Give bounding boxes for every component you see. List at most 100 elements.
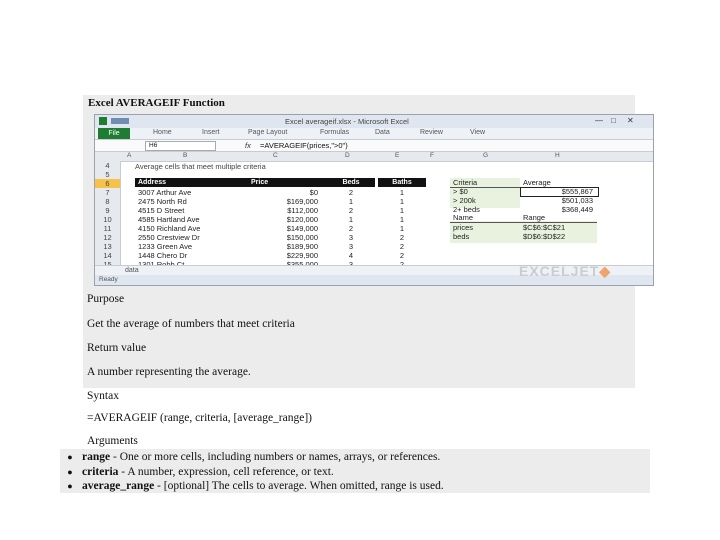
purpose-text: Get the average of numbers that meet cri… [87,318,295,330]
table-cell[interactable]: 4585 Hartland Ave [138,215,243,224]
table-cell[interactable]: 1 [327,215,375,224]
excel-screenshot: Excel averageif.xlsx - Microsoft Excel —… [94,114,654,286]
range-header[interactable]: Range [523,213,545,222]
arguments-label: Arguments [87,435,138,447]
table-cell[interactable]: $149,000 [248,224,318,233]
table-cell[interactable]: $0 [248,188,318,197]
table-cell[interactable]: 1 [378,197,426,206]
table-cell[interactable]: 2550 Crestview Dr [138,233,243,242]
bullet-icon: ● [67,481,73,491]
name-cell[interactable]: $C$6:$C$21 [523,223,565,232]
table-header-price[interactable]: Price [248,178,327,187]
table-cell[interactable]: 2 [378,251,426,260]
column-header[interactable]: A [127,152,131,159]
row-number[interactable]: 12 [95,233,120,242]
purpose-label: Purpose [87,293,125,305]
row-number[interactable]: 8 [95,197,120,206]
average-header[interactable]: Average [523,178,551,187]
table-cell[interactable]: 2 [327,188,375,197]
row-headers: 4 5 6 7 8 9 10 11 12 13 14 15 [95,161,121,276]
row-number[interactable]: 13 [95,242,120,251]
table-cell[interactable]: 1 [327,197,375,206]
table-cell[interactable]: 1448 Chero Dr [138,251,243,260]
table-cell[interactable]: 1233 Green Ave [138,242,243,251]
table-cell[interactable]: $112,000 [248,206,318,215]
close-icon[interactable]: ✕ [627,116,634,125]
tab-formulas[interactable]: Formulas [320,129,349,136]
table-cell[interactable]: $189,900 [248,242,318,251]
row-number[interactable]: 4 [95,161,120,170]
excel-logo-icon [99,117,107,125]
window-title: Excel averageif.xlsx - Microsoft Excel [285,117,409,126]
table-cell[interactable]: 3 [327,242,375,251]
row-number[interactable]: 5 [95,170,120,179]
row-number[interactable]: 10 [95,215,120,224]
selected-cell[interactable] [520,187,599,197]
tab-view[interactable]: View [470,129,485,136]
table-cell[interactable]: 4150 Richland Ave [138,224,243,233]
row-number[interactable]: 14 [95,251,120,260]
page-title: Excel AVERAGEIF Function [88,97,225,109]
table-cell[interactable]: 1 [378,188,426,197]
criteria-cell[interactable]: > $0 [453,187,468,196]
row-number[interactable]: 11 [95,224,120,233]
bullet-icon: ● [67,452,73,462]
table-header-beds[interactable]: Beds [327,178,375,187]
syntax-label: Syntax [87,390,119,402]
criteria-header[interactable]: Criteria [453,178,477,187]
name-cell[interactable]: prices [453,223,473,232]
tab-file[interactable]: File [98,128,130,139]
table-cell[interactable]: 1 [378,224,426,233]
list-item: ● average_range - [optional] The cells to… [58,479,443,494]
fx-icon[interactable]: fx [245,141,251,150]
minimize-icon[interactable]: — [595,116,603,125]
formula-input[interactable]: =AVERAGEIF(prices,">0") [260,140,348,151]
arguments-list: ● range - One or more cells, including nu… [58,450,444,494]
column-header[interactable]: C [273,152,278,159]
column-header[interactable]: F [430,152,434,159]
tab-data[interactable]: Data [375,129,390,136]
table-cell[interactable]: $169,000 [248,197,318,206]
table-header-baths[interactable]: Baths [378,178,426,187]
tab-page-layout[interactable]: Page Layout [248,129,287,136]
table-cell[interactable]: 2 [327,224,375,233]
row-number[interactable]: 7 [95,188,120,197]
table-cell[interactable]: 4515 D Street [138,206,243,215]
name-header[interactable]: Name [453,213,473,222]
row-number[interactable]: 9 [95,206,120,215]
table-cell[interactable]: $120,000 [248,215,318,224]
table-cell[interactable]: $229,900 [248,251,318,260]
column-headers: A B C D E F G H [95,152,653,162]
maximize-icon[interactable]: □ [611,116,616,125]
table-cell[interactable]: 3 [327,233,375,242]
table-cell[interactable]: 2 [327,206,375,215]
tab-insert[interactable]: Insert [202,129,220,136]
tab-review[interactable]: Review [420,129,443,136]
table-cell[interactable]: 1 [378,215,426,224]
name-box[interactable]: H6 [145,141,216,151]
table-cell[interactable]: 4 [327,251,375,260]
table-cell[interactable]: 2475 North Rd [138,197,243,206]
column-header[interactable]: E [395,152,399,159]
tab-home[interactable]: Home [153,129,172,136]
sheet-tab-data[interactable]: data [125,267,139,274]
name-cell[interactable]: $D$6:$D$22 [523,232,565,241]
syntax-text: =AVERAGEIF (range, criteria, [average_ra… [87,412,312,424]
table-cell[interactable]: 3007 Arthur Ave [138,188,243,197]
criteria-cell[interactable]: > 200k [453,196,476,205]
status-text: Ready [99,276,118,283]
name-cell[interactable]: beds [453,232,469,241]
column-header[interactable]: D [345,152,350,159]
table-cell[interactable]: 1 [378,206,426,215]
column-header[interactable]: H [555,152,560,159]
list-item: ● range - One or more cells, including nu… [58,450,444,465]
row-number-selected[interactable]: 6 [95,179,120,188]
criteria-cell[interactable]: $501,033 [523,196,593,205]
table-cell[interactable]: $150,000 [248,233,318,242]
column-header[interactable]: B [183,152,187,159]
table-cell[interactable]: 2 [378,242,426,251]
table-cell[interactable]: 2 [378,233,426,242]
table-header-address[interactable]: Address [135,178,248,187]
list-item: ● criteria - A number, expression, cell r… [58,465,444,480]
column-header[interactable]: G [483,152,488,159]
